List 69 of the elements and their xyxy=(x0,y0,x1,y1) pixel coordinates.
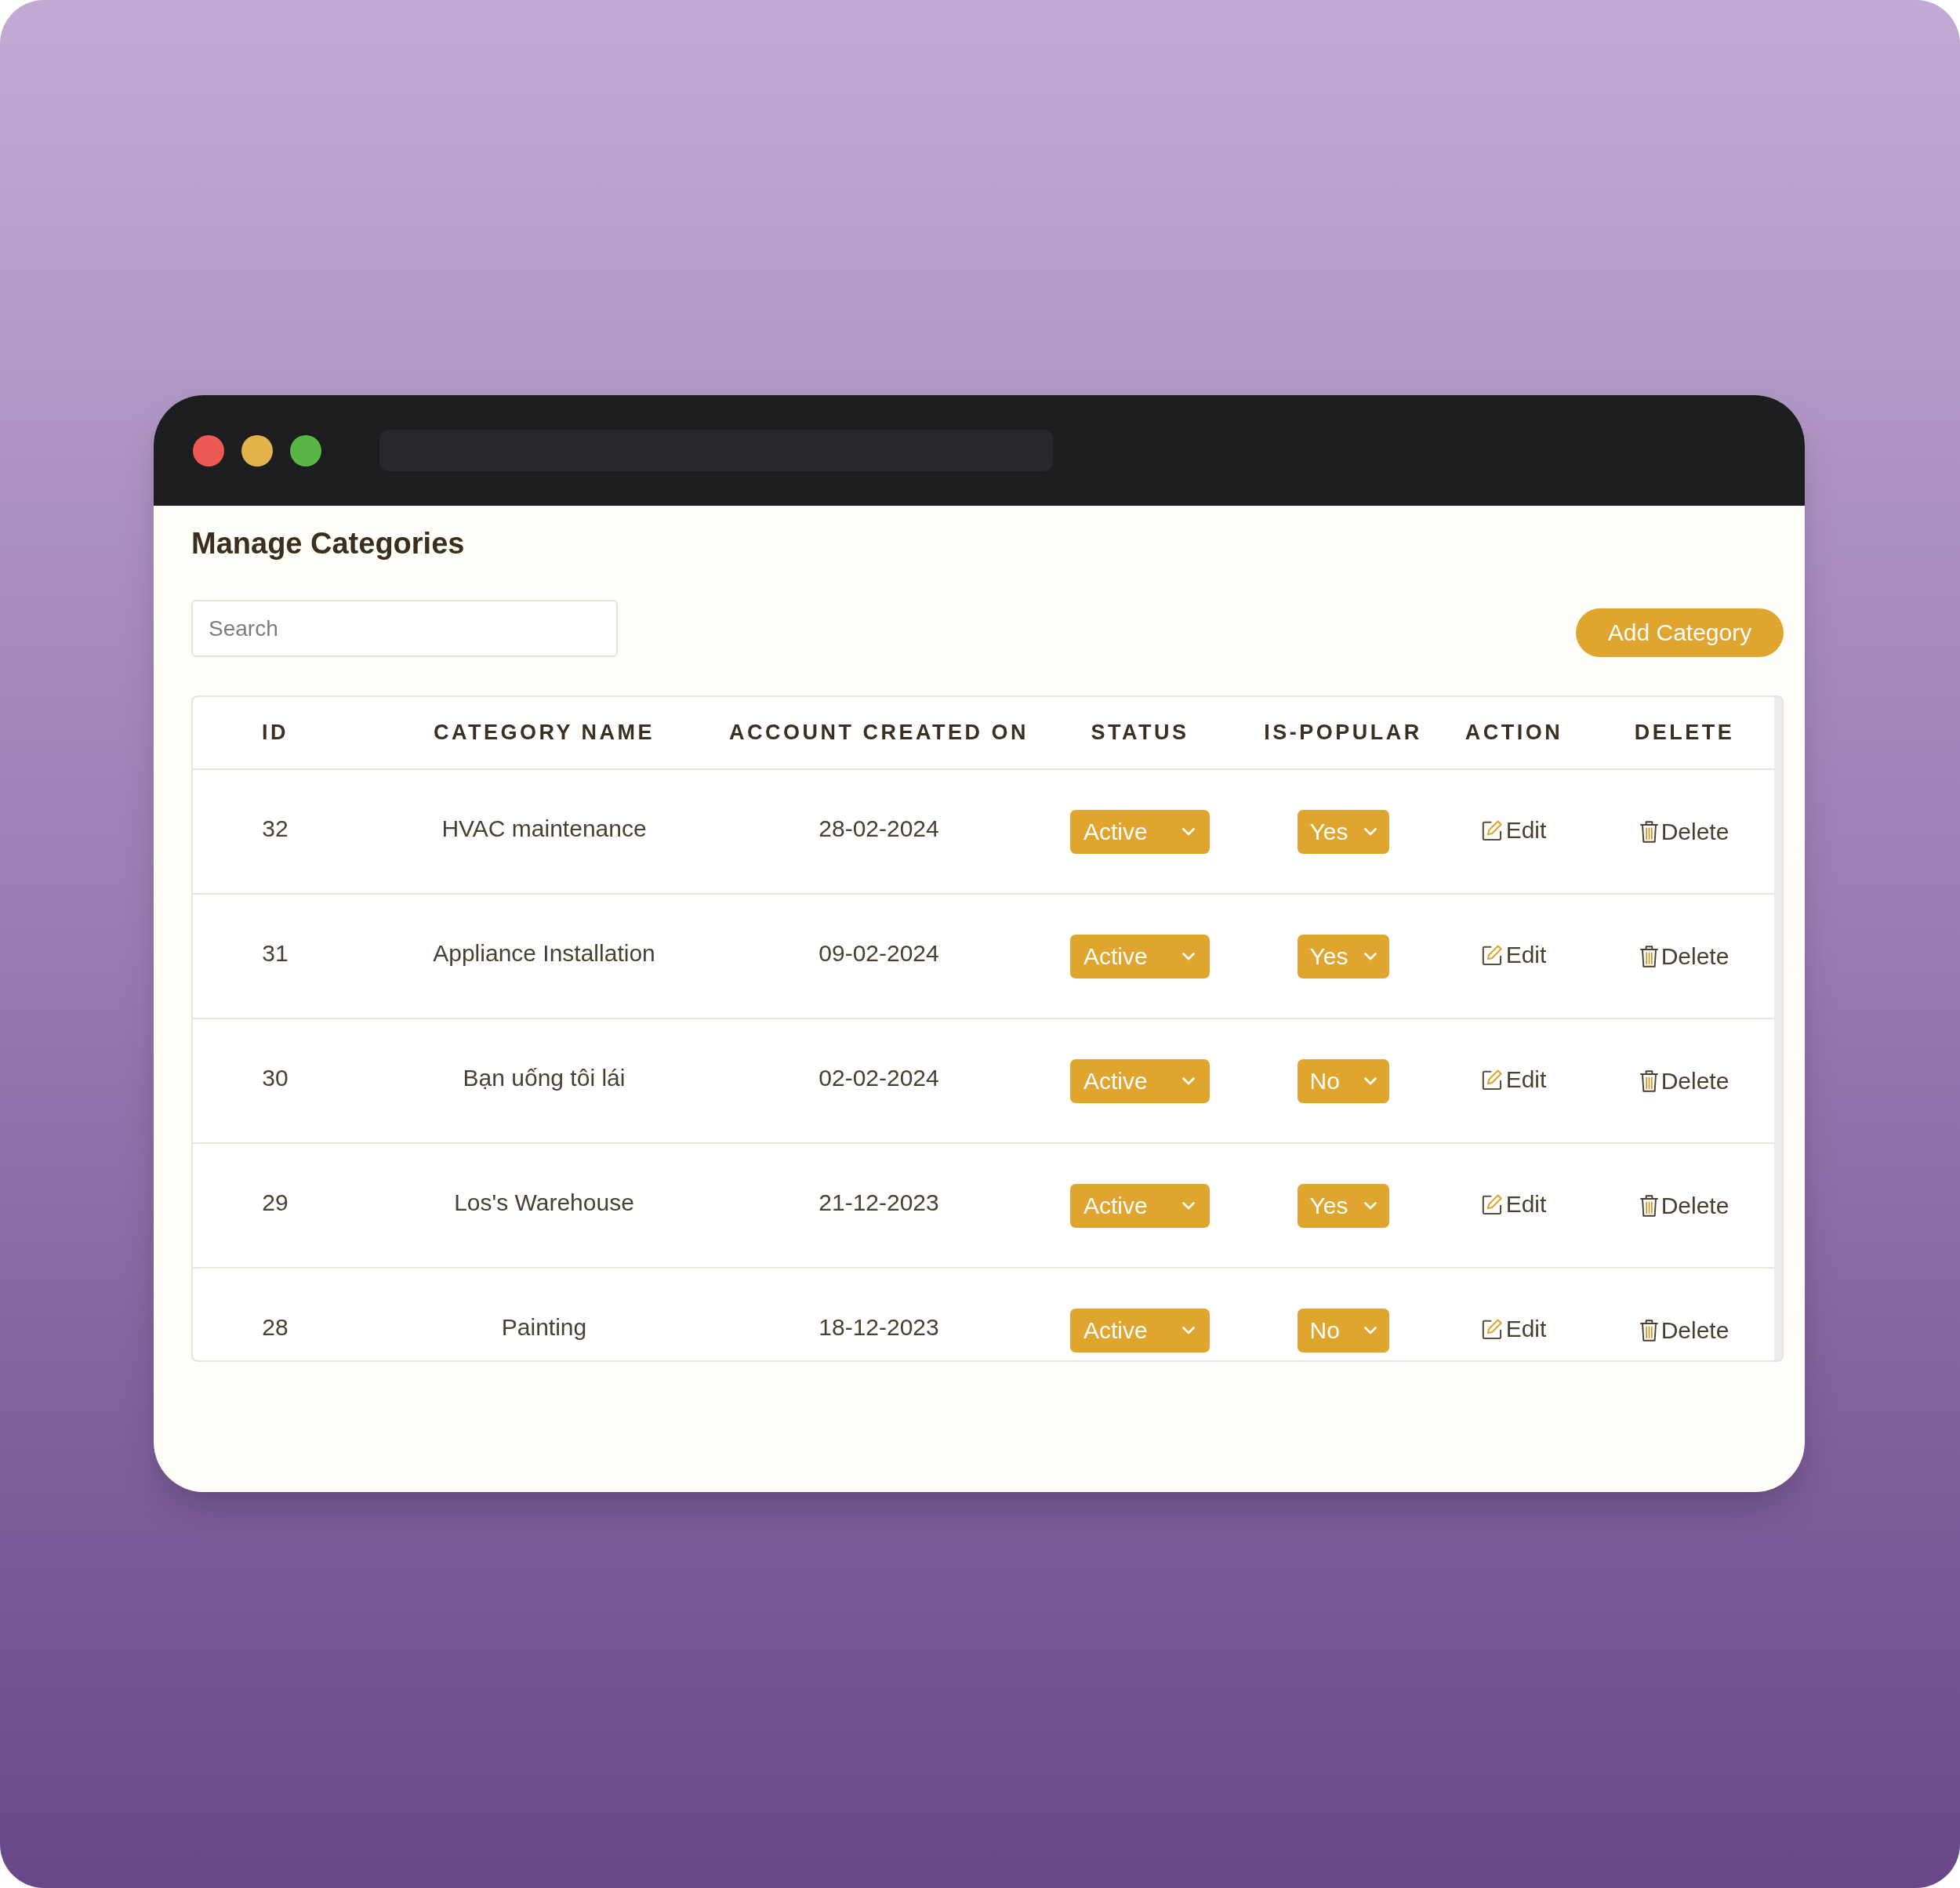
category-name: Painting xyxy=(501,1313,587,1342)
page-title: Manage Categories xyxy=(191,526,466,561)
window-close-icon[interactable] xyxy=(193,434,224,467)
trash-icon xyxy=(1639,1194,1658,1217)
created-date: 21-12-2023 xyxy=(818,1189,939,1217)
column-header: ID xyxy=(262,720,289,746)
chevron-down-icon xyxy=(1182,952,1195,960)
chevron-down-icon xyxy=(1363,1077,1377,1085)
chevron-down-icon xyxy=(1182,827,1195,836)
column-header: IS-POPULAR xyxy=(1264,720,1422,746)
trash-icon xyxy=(1639,1319,1658,1342)
popular-dropdown[interactable]: Yes xyxy=(1297,934,1389,978)
delete-link[interactable]: Delete xyxy=(1639,944,1730,968)
chevron-down-icon xyxy=(1182,1077,1195,1085)
status-dropdown[interactable]: Active xyxy=(1070,1308,1210,1352)
popular-dropdown[interactable]: No xyxy=(1297,1058,1389,1103)
popular-dropdown[interactable]: Yes xyxy=(1297,809,1389,854)
column-header: STATUS xyxy=(1091,720,1189,746)
delete-link[interactable]: Delete xyxy=(1639,1069,1730,1093)
delete-link[interactable]: Delete xyxy=(1639,1318,1730,1342)
popular-dropdown[interactable]: No xyxy=(1297,1308,1389,1352)
chevron-down-icon xyxy=(1363,1326,1377,1334)
category-name: Appliance Installation xyxy=(433,939,655,968)
trash-icon xyxy=(1639,945,1658,968)
status-dropdown[interactable]: Active xyxy=(1070,1183,1210,1228)
chevron-down-icon xyxy=(1182,1326,1195,1334)
window-minimize-icon[interactable] xyxy=(241,434,273,467)
status-dropdown[interactable]: Active xyxy=(1070,934,1210,978)
chevron-down-icon xyxy=(1363,952,1377,960)
category-id: 28 xyxy=(262,1313,289,1342)
category-id: 30 xyxy=(262,1064,289,1092)
category-name: Bạn uống tôi lái xyxy=(463,1064,626,1092)
trash-icon xyxy=(1639,1069,1658,1092)
edit-link[interactable]: Edit xyxy=(1481,1067,1547,1091)
edit-link[interactable]: Edit xyxy=(1481,1192,1547,1216)
created-date: 02-02-2024 xyxy=(818,1064,939,1092)
chevron-down-icon xyxy=(1363,1201,1377,1210)
chevron-down-icon xyxy=(1363,827,1377,836)
scrollbar-track[interactable] xyxy=(1774,697,1782,1360)
column-header: ACTION xyxy=(1465,720,1563,746)
pencil-square-icon xyxy=(1481,1318,1503,1339)
category-name: Los's Warehouse xyxy=(454,1189,634,1217)
created-date: 28-02-2024 xyxy=(818,815,939,843)
status-dropdown[interactable]: Active xyxy=(1070,1058,1210,1103)
pencil-square-icon xyxy=(1481,1069,1503,1090)
category-name: HVAC maintenance xyxy=(441,815,647,843)
window-zoom-icon[interactable] xyxy=(290,434,321,467)
edit-link[interactable]: Edit xyxy=(1481,818,1547,842)
pencil-square-icon xyxy=(1481,819,1503,841)
column-header: DELETE xyxy=(1634,720,1735,746)
delete-link[interactable]: Delete xyxy=(1639,819,1730,844)
popular-dropdown[interactable]: Yes xyxy=(1297,1183,1389,1228)
search-field[interactable]: Search xyxy=(191,600,618,657)
chevron-down-icon xyxy=(1182,1201,1195,1210)
created-date: 18-12-2023 xyxy=(818,1313,939,1342)
pencil-square-icon xyxy=(1481,1193,1503,1214)
add-category-button[interactable]: Add Category xyxy=(1576,608,1784,657)
pencil-square-icon xyxy=(1481,944,1503,965)
column-header: CATEGORY NAME xyxy=(433,720,655,746)
category-id: 32 xyxy=(262,815,289,843)
category-id: 31 xyxy=(262,939,289,968)
column-header: ACCOUNT CREATED ON xyxy=(728,720,1029,746)
status-dropdown[interactable]: Active xyxy=(1070,809,1210,854)
edit-link[interactable]: Edit xyxy=(1481,1316,1547,1341)
category-id: 29 xyxy=(262,1189,289,1217)
edit-link[interactable]: Edit xyxy=(1481,942,1547,967)
delete-link[interactable]: Delete xyxy=(1639,1193,1730,1218)
created-date: 09-02-2024 xyxy=(818,939,939,968)
trash-icon xyxy=(1639,820,1658,843)
